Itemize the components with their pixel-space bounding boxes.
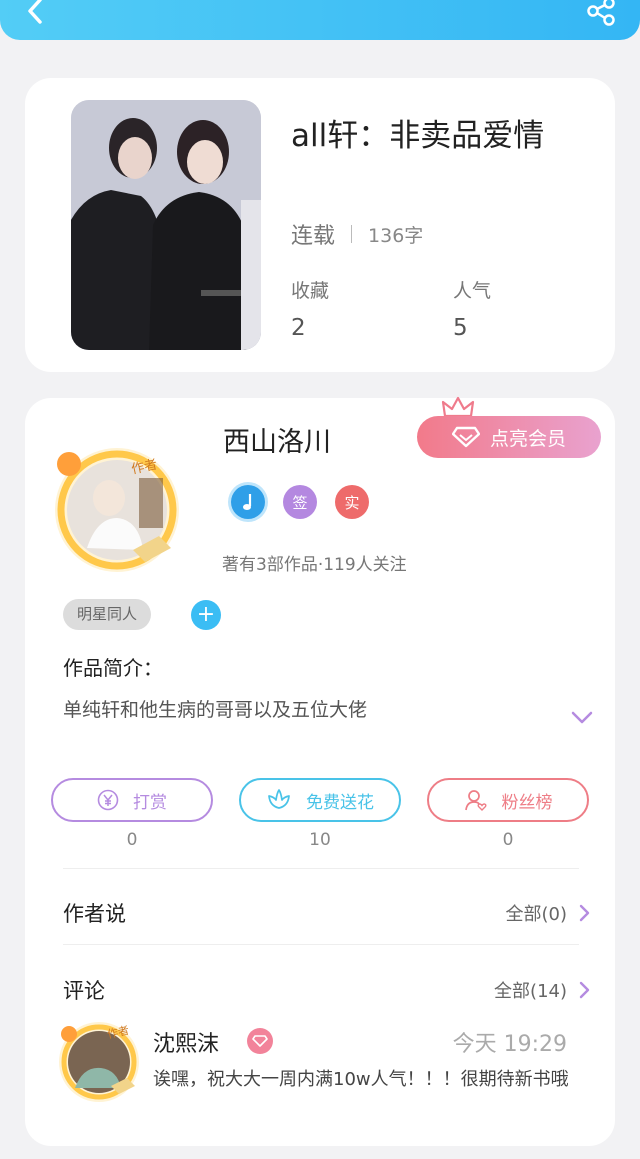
author-says-all-label: 全部(0) [505,904,568,925]
comments-all-label: 全部(14) [494,981,567,1002]
author-says-title: 作者说 [63,902,126,926]
genre-tag[interactable]: 明星同人 [63,599,152,630]
music-note-icon [231,485,265,519]
serial-status: 连载 [291,224,336,249]
word-count: 136字 [368,224,424,247]
flower-count: 10 [309,830,331,850]
flower-icon [268,789,290,809]
chevron-right-icon [579,904,590,922]
author-says-all-link[interactable]: 全部(0) [506,900,592,926]
fans-count: 0 [502,830,514,850]
chevron-left-icon[interactable] [20,0,50,26]
divider [63,868,579,869]
tip-button[interactable]: 打赏 [51,778,213,822]
tip-label: 打赏 [133,792,167,813]
vip-button-label: 点亮会员 [489,427,566,450]
verified-badge: 实 [335,485,369,519]
book-title: all轩：非卖品爱情 [291,118,545,154]
fans-icon [464,790,487,811]
comments-all-link[interactable]: 全部(14) [494,977,591,1003]
favorites-stat: 收藏 2 [291,276,329,341]
popularity-stat: 人气 5 [453,276,491,341]
send-flower-label: 免费送花 [306,792,374,813]
comment-text: 诶嘿，祝大大一周内满10w人气！！！很期待新书哦 [153,1069,569,1090]
intro-text: 单纯轩和他生病的哥哥以及五位大佬 [63,699,368,721]
yen-icon [97,789,119,811]
author-card: 作者 西山洛川 点亮会员 签 实 著有3部作品·119人关注 明星同人 + 作品… [25,396,615,1146]
author-badges: 签 实 [231,485,369,519]
tip-count: 0 [126,830,138,850]
signed-badge: 签 [283,485,317,519]
comment-time: 今天 19:29 [452,1032,567,1057]
add-tag-button[interactable]: + [191,600,221,630]
send-flower-button[interactable]: 免费送花 [239,778,401,822]
vip-button[interactable]: 点亮会员 [417,416,601,458]
favorites-value: 2 [291,315,306,341]
share-icon[interactable] [584,0,618,26]
chevron-down-icon[interactable] [570,710,594,726]
fans-rank-button[interactable]: 粉丝榜 [427,778,589,822]
author-meta: 著有3部作品·119人关注 [222,555,407,575]
author-name[interactable]: 西山洛川 [223,420,331,459]
commenter-name[interactable]: 沈熙沫 [153,1026,219,1058]
chevron-right-icon [579,981,590,999]
book-cover-image[interactable] [71,100,261,350]
comments-title: 评论 [63,979,105,1003]
book-status-row: 连载 136字 [291,218,423,250]
intro-title: 作品简介： [63,656,163,680]
popularity-label: 人气 [453,280,492,302]
divider [63,944,579,945]
author-avatar[interactable]: 作者 [47,438,187,578]
divider [351,225,353,243]
vip-diamond-icon [247,1028,273,1054]
fans-rank-label: 粉丝榜 [501,792,553,813]
popularity-value: 5 [453,315,468,341]
commenter-avatar[interactable]: 作者 [55,1016,143,1104]
favorites-label: 收藏 [291,280,330,302]
top-bar [0,0,640,40]
book-info-card: all轩：非卖品爱情 连载 136字 收藏 2 人气 5 [25,78,615,372]
diamond-icon [451,426,480,448]
